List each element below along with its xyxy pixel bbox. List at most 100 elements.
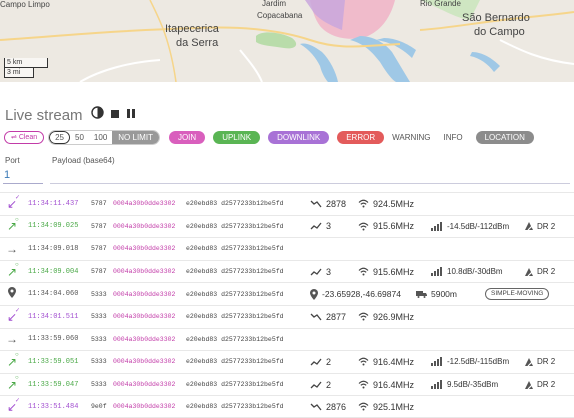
signal-quality: 9.5dB/-35dBm: [431, 380, 499, 390]
trend-up-icon: [310, 222, 322, 230]
gateway-eui: e20ebd83 d2577233b12be5fd: [186, 381, 284, 389]
device-eui[interactable]: 0004a30b0dde3302: [113, 403, 175, 410]
signal-wifi-icon: [358, 358, 369, 366]
device-eui[interactable]: 0004a30b0dde3302: [113, 291, 175, 298]
signal-wifi-icon: [358, 222, 369, 231]
clean-button[interactable]: ⇌ Clean: [4, 131, 45, 144]
movement-mode-badge: SIMPLE-MOVING: [485, 288, 550, 301]
frequency: 915.6MHz: [358, 267, 414, 277]
port-label: Port: [5, 156, 20, 165]
event-counter: 5333: [91, 290, 107, 298]
event-row[interactable]: ↙ ✓ 11:33:51.484 9e0f 0004a30b0dde3302 e20ebd…: [0, 395, 574, 418]
map-label-do-campo: do Campo: [474, 26, 525, 38]
stop-icon[interactable]: [110, 106, 120, 124]
data-rate: DR 2: [524, 221, 555, 231]
filter-location[interactable]: LOCATION: [475, 131, 534, 144]
frame-counter: 2: [310, 357, 331, 367]
signal-quality-value: 9.5dB/-35dBm: [447, 380, 499, 390]
gateway-eui: e20ebd83 d2577233b12be5fd: [186, 290, 284, 298]
signal-bars-icon: [431, 357, 443, 367]
frame-counter: 3: [310, 221, 331, 231]
port-input[interactable]: 1: [3, 166, 43, 184]
event-row[interactable]: → 11:33:59.060 5333 0004a30b0dde3302 e20ebd8…: [0, 327, 574, 351]
signal-quality-value: -12.5dB/-115dBm: [447, 357, 510, 367]
trend-down-icon: [310, 200, 322, 208]
event-row[interactable]: 11:34:04.060 5333 0004a30b0dde3302 e20ebd83…: [0, 282, 574, 305]
filter-uplink[interactable]: UPLINK: [213, 131, 261, 144]
map-label-itapecerica: Itapecerica: [165, 23, 219, 35]
data-rate-value: DR 2: [537, 357, 556, 367]
clean-label: Clean: [18, 134, 38, 141]
filter-info[interactable]: INFO: [443, 133, 462, 142]
uplink-check-icon: ○: [15, 352, 19, 359]
downlink-check-icon: ✓: [15, 307, 21, 314]
uplink-check-icon: ○: [15, 374, 19, 381]
filter-downlink[interactable]: DOWNLINK: [268, 131, 330, 144]
event-row[interactable]: ↗ ○ 11:33:59.047 5333 0004a30b0dde3302 e20ebd…: [0, 372, 574, 396]
frequency: 925.1MHz: [358, 402, 414, 412]
frequency-value: 916.4MHz: [373, 356, 415, 367]
event-timestamp: 11:34:01.511: [28, 312, 79, 321]
event-row[interactable]: ↗ ○ 11:34:09.025 5787 0004a30b0dde3302 e20ebd…: [0, 214, 574, 238]
event-counter: 5333: [91, 358, 107, 366]
signal-bars-icon: [431, 221, 443, 231]
device-eui[interactable]: 0004a30b0dde3302: [113, 381, 175, 388]
event-row[interactable]: ↗ ○ 11:34:09.004 5787 0004a30b0dde3302 e20ebd…: [0, 259, 574, 283]
data-rate-icon: [525, 222, 534, 231]
payload-input[interactable]: [50, 166, 570, 184]
event-row[interactable]: → 11:34:09.018 5787 0004a30b0dde3302 e20ebd8…: [0, 237, 574, 260]
gateway-eui: e20ebd83 d2577233b12be5fd: [186, 222, 284, 230]
signal-wifi-icon: [358, 402, 369, 411]
data-rate-icon: [525, 380, 534, 389]
filter-error[interactable]: ERROR: [337, 131, 385, 144]
map-label-copacabana: Copacabana: [257, 11, 303, 20]
pause-toggle-icon[interactable]: [90, 106, 104, 124]
limit-50[interactable]: 50: [70, 131, 89, 144]
device-eui[interactable]: 0004a30b0dde3302: [113, 200, 175, 207]
limit-selector[interactable]: 25 50 100 NO LIMIT: [48, 130, 160, 145]
device-eui[interactable]: 0004a30b0dde3302: [113, 223, 175, 230]
gateway-eui: e20ebd83 d2577233b12be5fd: [186, 268, 284, 276]
device-eui[interactable]: 0004a30b0dde3302: [113, 313, 175, 320]
device-eui[interactable]: 0004a30b0dde3302: [113, 245, 175, 252]
frequency: 926.9MHz: [358, 312, 414, 322]
limit-25[interactable]: 25: [49, 131, 71, 144]
event-counter: 5787: [91, 200, 107, 208]
data-rate-value: DR 2: [537, 221, 556, 231]
signal-bars-icon: [431, 380, 443, 390]
event-row[interactable]: ↗ ○ 11:33:59.051 5333 0004a30b0dde3302 e20ebd…: [0, 350, 574, 373]
pause-icon[interactable]: [126, 106, 136, 124]
limit-100[interactable]: 100: [89, 131, 112, 144]
frequency-value: 925.1MHz: [373, 401, 415, 412]
location-icon: [6, 287, 18, 301]
event-timestamp: 11:34:04.060: [28, 290, 79, 299]
frame-counter-value: 3: [326, 221, 332, 232]
data-rate-value: DR 2: [537, 267, 556, 277]
limit-no-limit[interactable]: NO LIMIT: [112, 131, 159, 144]
data-rate: DR 2: [524, 267, 555, 277]
coordinates: -23.65928,-46.69874: [310, 288, 401, 300]
trend-up-icon: [310, 268, 322, 276]
filter-join[interactable]: JOIN: [168, 131, 206, 144]
frequency: 916.4MHz: [358, 357, 414, 367]
map-label-campo-limpo: Campo Limpo: [0, 0, 50, 9]
device-eui[interactable]: 0004a30b0dde3302: [113, 268, 175, 275]
distance-value: 5900m: [431, 289, 457, 300]
device-eui[interactable]: 0004a30b0dde3302: [113, 336, 175, 343]
signal-wifi-icon: [358, 312, 369, 321]
forward-arrow-icon: →: [6, 332, 18, 347]
event-timestamp: 11:33:59.047: [28, 380, 79, 389]
frequency-value: 915.6MHz: [373, 221, 415, 232]
frequency-value: 924.5MHz: [373, 198, 415, 209]
gateway-eui: e20ebd83 d2577233b12be5fd: [186, 335, 284, 343]
data-rate-value: DR 2: [537, 380, 556, 390]
event-row[interactable]: ↙ ✓ 11:34:11.437 5787 0004a30b0dde3302 e20ebd…: [0, 192, 574, 215]
data-rate: DR 2: [524, 357, 555, 367]
map[interactable]: Campo Limpo Rio Grande Jardim Copacabana…: [0, 0, 574, 82]
event-row[interactable]: ↙ ✓ 11:34:01.511 5333 0004a30b0dde3302 e20ebd…: [0, 304, 574, 328]
filter-warning[interactable]: WARNING: [392, 133, 430, 142]
gateway-eui: e20ebd83 d2577233b12be5fd: [186, 403, 284, 411]
gateway-eui: e20ebd83 d2577233b12be5fd: [186, 245, 284, 253]
device-eui[interactable]: 0004a30b0dde3302: [113, 358, 175, 365]
trend-down-icon: [310, 313, 322, 321]
